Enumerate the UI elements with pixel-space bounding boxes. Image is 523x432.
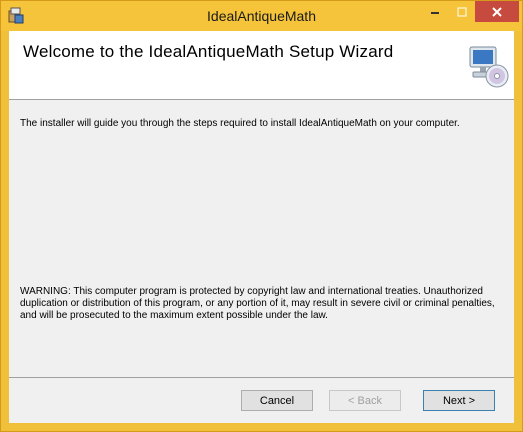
title-bar[interactable]: IdealAntiqueMath (1, 1, 522, 31)
wizard-client-area: Welcome to the IdealAntiqueMath Setup Wi… (9, 31, 514, 423)
close-button[interactable] (475, 1, 519, 22)
maximize-button[interactable] (449, 1, 475, 22)
cancel-button[interactable]: Cancel (241, 390, 313, 411)
intro-text: The installer will guide you through the… (20, 118, 460, 129)
close-icon (492, 6, 502, 17)
back-button[interactable]: < Back (329, 390, 401, 411)
minimize-button[interactable] (422, 1, 448, 22)
installer-window: IdealAntiqueMath Welcome to the IdealAnt… (0, 0, 523, 432)
next-button[interactable]: Next > (423, 390, 495, 411)
wizard-footer: Cancel < Back Next > (9, 378, 514, 423)
wizard-body: The installer will guide you through the… (9, 100, 514, 378)
wizard-header: Welcome to the IdealAntiqueMath Setup Wi… (9, 31, 514, 100)
minimize-icon (431, 11, 439, 14)
computer-with-disc-icon (467, 43, 509, 89)
page-title: Welcome to the IdealAntiqueMath Setup Wi… (23, 42, 394, 61)
copyright-warning-text: WARNING: This computer program is protec… (20, 286, 495, 321)
maximize-icon (457, 7, 467, 16)
